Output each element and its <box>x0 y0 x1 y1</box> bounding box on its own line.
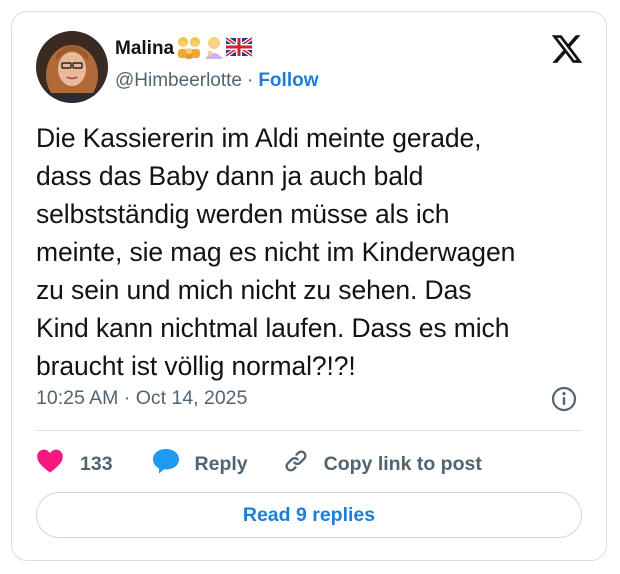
reply-button[interactable]: Reply <box>151 447 248 481</box>
speech-bubble-icon <box>151 447 181 481</box>
divider <box>36 430 582 431</box>
avatar[interactable] <box>36 31 108 103</box>
reply-label: Reply <box>194 452 248 475</box>
author-handle[interactable]: @Himbeerlotte <box>115 70 242 92</box>
copy-link-button[interactable]: Copy link to post <box>282 447 482 481</box>
like-count: 133 <box>80 452 113 475</box>
x-logo-icon[interactable] <box>550 32 584 66</box>
tweet-timestamp[interactable]: 10:25 AM · Oct 14, 2025 <box>36 387 247 410</box>
uk-flag-icon <box>224 35 254 62</box>
copy-link-label: Copy link to post <box>323 452 482 475</box>
action-bar: 133 Reply Copy link to post <box>36 444 482 484</box>
handle-separator: · <box>247 70 254 91</box>
tweet-text: Die Kassiererin im Aldi meinte gerade, d… <box>36 123 516 381</box>
family-emoji-icon <box>176 35 202 64</box>
person-blond-emoji-icon <box>202 35 226 64</box>
heart-icon <box>36 448 64 480</box>
author-display-name[interactable]: Malina <box>115 38 174 60</box>
like-button[interactable]: 133 <box>36 448 113 480</box>
info-icon[interactable] <box>550 385 578 413</box>
read-replies-button[interactable]: Read 9 replies <box>36 492 582 538</box>
tweet-card: Malina @Himbeerlotte · Follow Die Kassie… <box>11 11 607 561</box>
link-icon <box>282 447 310 481</box>
follow-button[interactable]: Follow <box>258 70 318 92</box>
